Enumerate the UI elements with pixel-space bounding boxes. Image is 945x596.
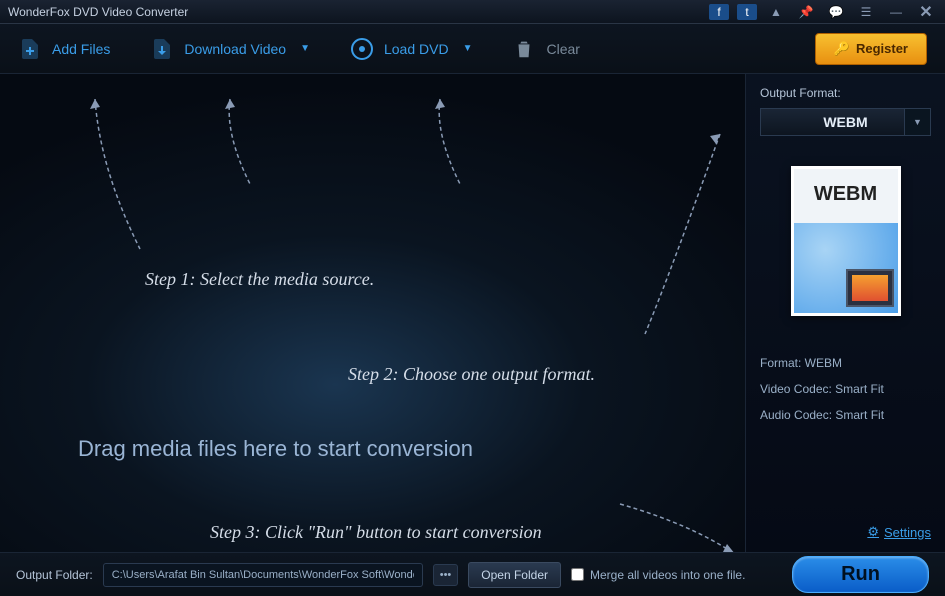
dvd-icon <box>350 37 374 61</box>
step3-text: Step 3: Click "Run" button to start conv… <box>210 522 542 543</box>
download-video-button[interactable]: Download Video ▼ <box>150 37 310 61</box>
drag-hint: Drag media files here to start conversio… <box>78 436 473 462</box>
open-folder-button[interactable]: Open Folder <box>468 562 561 588</box>
thumb-label: WEBM <box>794 183 898 206</box>
register-label: Register <box>856 41 908 56</box>
load-dvd-label: Load DVD <box>384 41 449 57</box>
upload-icon[interactable]: ▲ <box>765 4 787 20</box>
chevron-down-icon: ▼ <box>300 43 310 54</box>
titlebar: WonderFox DVD Video Converter f t ▲ 📌 💬 … <box>0 0 945 24</box>
key-icon: 🔑 <box>834 41 850 57</box>
clear-label: Clear <box>546 41 579 57</box>
selected-format: WEBM <box>823 114 867 130</box>
download-icon <box>150 37 174 61</box>
main-area: Step 1: Select the media source. Step 2:… <box>0 74 945 552</box>
register-button[interactable]: 🔑 Register <box>815 33 927 65</box>
merge-checkbox[interactable]: Merge all videos into one file. <box>571 568 745 582</box>
chevron-down-icon: ▼ <box>904 109 930 135</box>
settings-link[interactable]: ⚙ Settings <box>760 524 931 540</box>
guide-arrows <box>0 74 740 552</box>
facebook-icon[interactable]: f <box>709 4 729 20</box>
format-thumbnail[interactable]: WEBM <box>791 166 901 316</box>
twitter-icon[interactable]: t <box>737 4 757 20</box>
footer: Output Folder: ••• Open Folder Merge all… <box>0 552 945 596</box>
sidebar: Output Format: WEBM ▼ WEBM Format: WEBM … <box>745 74 945 552</box>
add-files-label: Add Files <box>52 41 110 57</box>
merge-checkbox-input[interactable] <box>571 568 584 581</box>
gear-icon: ⚙ <box>867 524 879 540</box>
app-title: WonderFox DVD Video Converter <box>8 5 709 19</box>
trash-icon <box>512 37 536 61</box>
run-button[interactable]: Run <box>792 556 929 593</box>
step1-text: Step 1: Select the media source. <box>145 269 374 290</box>
chevron-down-icon: ▼ <box>463 43 473 54</box>
list-icon[interactable]: ☰ <box>855 4 877 20</box>
load-dvd-button[interactable]: Load DVD ▼ <box>350 37 473 61</box>
toolbar: Add Files Download Video ▼ Load DVD ▼ Cl… <box>0 24 945 74</box>
settings-label: Settings <box>884 525 931 540</box>
output-format-label: Output Format: <box>760 86 931 100</box>
format-meta: Format: WEBM <box>760 356 931 370</box>
minimize-icon[interactable]: — <box>885 4 907 20</box>
audio-codec-meta: Audio Codec: Smart Fit <box>760 408 931 422</box>
drop-canvas[interactable]: Step 1: Select the media source. Step 2:… <box>0 74 745 552</box>
browse-button[interactable]: ••• <box>433 564 459 586</box>
clear-button[interactable]: Clear <box>512 37 579 61</box>
pin-icon[interactable]: 📌 <box>795 4 817 20</box>
titlebar-controls: f t ▲ 📌 💬 ☰ — ✕ <box>709 4 937 20</box>
add-files-button[interactable]: Add Files <box>18 37 110 61</box>
add-file-icon <box>18 37 42 61</box>
film-icon <box>846 269 894 307</box>
download-video-label: Download Video <box>184 41 286 57</box>
format-select[interactable]: WEBM ▼ <box>760 108 931 136</box>
message-icon[interactable]: 💬 <box>825 4 847 20</box>
step2-text: Step 2: Choose one output format. <box>348 364 595 385</box>
output-folder-label: Output Folder: <box>16 568 93 582</box>
close-icon[interactable]: ✕ <box>915 4 937 20</box>
merge-label: Merge all videos into one file. <box>590 568 745 582</box>
output-path-input[interactable] <box>103 563 423 587</box>
video-codec-meta: Video Codec: Smart Fit <box>760 382 931 396</box>
